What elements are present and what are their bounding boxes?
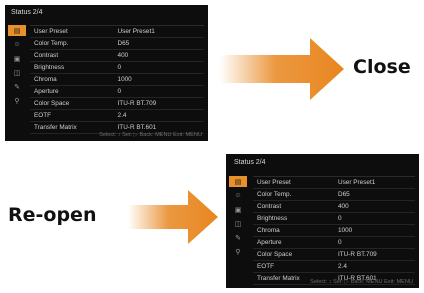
table-row: Color Space ITU-R BT.709	[253, 249, 415, 261]
row-value: 400	[338, 203, 349, 210]
close-arrow-icon	[220, 38, 344, 100]
status-menu-panel-after: Status 2/4 ▤ ☺ ▣ ◫ ✎ ⚲ User Preset User P…	[226, 154, 419, 288]
status-rows: User Preset User Preset1 Color Temp. D65 C…	[253, 176, 415, 285]
row-value: 0	[117, 88, 122, 95]
menu-category-icons: ▤ ☺ ▣ ◫ ✎ ⚲	[8, 25, 26, 109]
row-key: EOTF	[257, 263, 275, 270]
row-value: 2.4	[338, 263, 347, 270]
row-value: 0	[338, 239, 342, 246]
row-value: 0	[117, 64, 122, 71]
table-row: Chroma 1000	[30, 74, 204, 86]
key-icon[interactable]: ⚲	[8, 95, 26, 106]
row-key: Aperture	[34, 88, 59, 95]
camera-menu-icon[interactable]: ▤	[8, 25, 26, 36]
tv-icon[interactable]: ◫	[8, 67, 26, 78]
reopen-arrow-icon	[128, 190, 218, 244]
row-value: 1000	[117, 76, 132, 83]
person-icon[interactable]: ☺	[229, 190, 247, 201]
status-menu-panel-before: Status 2/4 ▤ ☺ ▣ ◫ ✎ ⚲ User Preset User P…	[5, 5, 208, 141]
menu-footer-hints: Select: ↕ Set: ▷ Back: MENU Exit: MENU	[310, 279, 413, 285]
row-value: 1000	[338, 227, 353, 234]
row-key: EOTF	[34, 112, 52, 119]
edit-icon[interactable]: ✎	[8, 81, 26, 92]
row-key: Contrast	[257, 203, 282, 210]
table-row: Contrast 400	[253, 201, 415, 213]
row-key: Color Temp.	[34, 40, 69, 47]
tv-icon[interactable]: ◫	[229, 218, 247, 229]
table-row: Contrast 400	[30, 50, 204, 62]
row-value: User Preset1	[338, 179, 376, 186]
row-key: Color Space	[34, 100, 70, 107]
row-value: User Preset1	[117, 28, 155, 35]
row-key: Color Space	[257, 251, 293, 258]
table-row: User Preset User Preset1	[30, 25, 204, 38]
row-key: Transfer Matrix	[34, 124, 77, 131]
row-value: ITU-R BT.709	[117, 100, 157, 107]
table-row: Color Temp. D65	[30, 38, 204, 50]
table-row: EOTF 2.4	[30, 110, 204, 122]
row-value: ITU-R BT.709	[338, 251, 377, 258]
row-key: Chroma	[34, 76, 57, 83]
row-key: Contrast	[34, 52, 59, 59]
row-key: Color Temp.	[257, 191, 292, 198]
row-key: Brightness	[257, 215, 288, 222]
row-key: Aperture	[257, 239, 282, 246]
status-rows: User Preset User Preset1 Color Temp. D65 C…	[30, 25, 204, 134]
table-row: Aperture 0	[30, 86, 204, 98]
row-key: Brightness	[34, 64, 65, 71]
table-row: User Preset User Preset1	[253, 176, 415, 189]
row-key: User Preset	[34, 28, 68, 35]
menu-page-title: Status 2/4	[234, 159, 266, 166]
menu-footer-hints: Select: ↕ Set: ▷ Back: MENU Exit: MENU	[99, 132, 202, 138]
row-value: ITU-R BT.601	[117, 124, 157, 131]
menu-category-icons: ▤ ☺ ▣ ◫ ✎ ⚲	[229, 176, 247, 260]
table-row: Brightness 0	[30, 62, 204, 74]
camera-menu-icon[interactable]: ▤	[229, 176, 247, 187]
table-row: Brightness 0	[253, 213, 415, 225]
row-key: User Preset	[257, 179, 291, 186]
table-row: Chroma 1000	[253, 225, 415, 237]
table-row: EOTF 2.4	[253, 261, 415, 273]
table-row: Color Temp. D65	[253, 189, 415, 201]
row-value: 2.4	[117, 112, 127, 119]
row-value: 0	[338, 215, 342, 222]
row-value: D65	[338, 191, 350, 198]
row-value: 400	[117, 52, 129, 59]
key-icon[interactable]: ⚲	[229, 246, 247, 257]
media-icon[interactable]: ▣	[229, 204, 247, 215]
close-label: Close	[353, 56, 411, 78]
table-row: Aperture 0	[253, 237, 415, 249]
person-icon[interactable]: ☺	[8, 39, 26, 50]
reopen-label: Re-open	[8, 204, 97, 226]
row-value: D65	[117, 40, 130, 47]
row-key: Chroma	[257, 227, 280, 234]
media-icon[interactable]: ▣	[8, 53, 26, 64]
table-row: Color Space ITU-R BT.709	[30, 98, 204, 110]
edit-icon[interactable]: ✎	[229, 232, 247, 243]
menu-page-title: Status 2/4	[11, 9, 43, 16]
